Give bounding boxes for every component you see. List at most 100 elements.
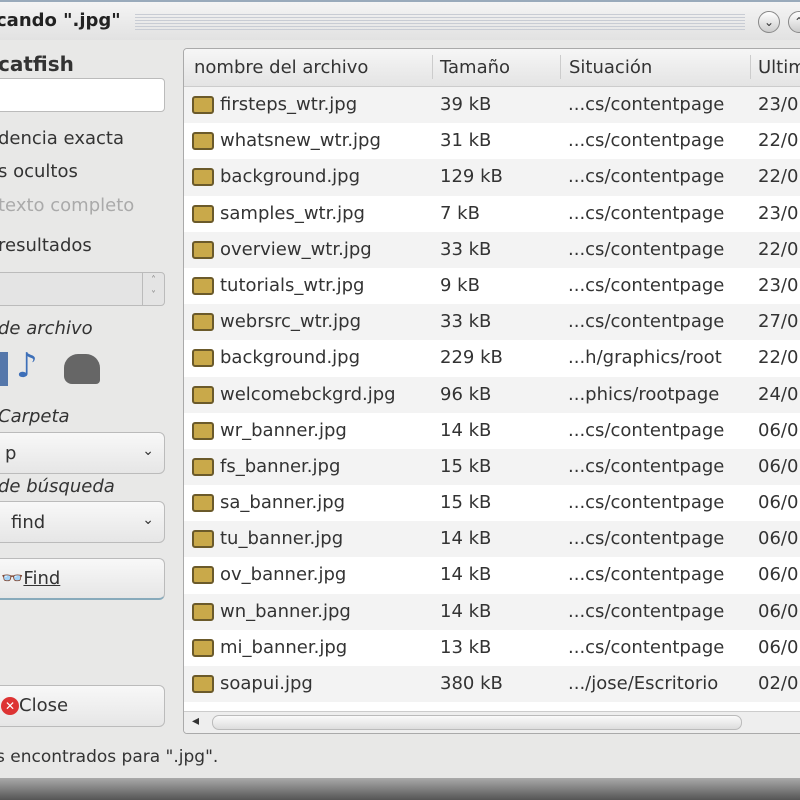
column-header-name[interactable]: nombre del archivo [194,57,368,78]
file-modified: 06/0 [758,600,799,622]
scrollbar-thumb[interactable] [212,715,742,730]
scroll-left-icon[interactable]: ◂ [192,713,199,729]
column-header-location[interactable]: Situación [569,57,652,78]
column-separator [750,55,751,79]
table-row[interactable]: samples_wtr.jpg 7 kB ...cs/contentpage 2… [184,196,800,232]
file-name: ov_banner.jpg [220,564,347,586]
spinner-arrows-icon[interactable]: ˄ ˅ [142,273,164,305]
file-size: 9 kB [440,274,480,296]
file-size: 380 kB [440,673,503,694]
file-size: 14 kB [440,528,492,550]
table-row[interactable]: firsteps_wtr.jpg 39 kB ...cs/contentpage… [184,87,800,124]
file-name: webrsrc_wtr.jpg [220,311,362,333]
file-name: mi_banner.jpg [220,636,348,658]
option-exact-match[interactable]: dencia exacta [0,128,124,149]
minimize-button[interactable]: ⌄ [758,11,780,33]
file-modified: 06/0 [758,528,799,550]
option-fulltext: texto completo [0,195,135,216]
file-size: 14 kB [440,419,492,441]
music-note-icon[interactable]: ♪ [16,346,38,386]
image-file-icon [192,276,214,295]
search-input[interactable] [0,78,165,112]
method-value: find [11,512,46,533]
file-size: 15 kB [440,455,492,477]
file-location: ...cs/contentpage [568,455,725,477]
table-row[interactable]: welcomebckgrd.jpg 96 kB ...phics/rootpag… [184,376,800,413]
file-name: overview_wtr.jpg [220,238,372,260]
table-row[interactable]: wn_banner.jpg 14 kB ...cs/contentpage 06… [184,593,800,630]
file-name: background.jpg [220,347,361,369]
image-file-icon [192,675,214,693]
file-modified: 22/0 [758,130,799,152]
horizontal-scrollbar[interactable]: ◂ [184,711,800,733]
file-name: wn_banner.jpg [220,600,351,622]
file-location: .../jose/Escritorio [568,673,719,694]
close-icon: ✕ [1,697,19,715]
file-modified: 23/0 [758,274,799,296]
window-title: cando ".jpg" [0,10,121,31]
image-file-icon [192,132,214,151]
image-file-icon [192,494,214,513]
taskbar-edge [0,778,800,800]
file-size: 14 kB [440,600,492,622]
table-row[interactable]: mi_banner.jpg 13 kB ...cs/contentpage 06… [184,630,800,666]
chevron-down-icon: ⌄ [142,512,154,528]
image-file-icon [192,457,214,476]
table-row[interactable]: webrsrc_wtr.jpg 33 kB ...cs/contentpage … [184,304,800,341]
image-file-icon [192,349,214,368]
film-reel-icon[interactable] [64,354,100,384]
table-row[interactable]: tutorials_wtr.jpg 9 kB ...cs/contentpage… [184,268,800,304]
column-header-modified[interactable]: Ultim [758,57,800,78]
sidebar: catfish dencia exacta s ocultos texto co… [0,40,180,740]
option-results[interactable]: resultados [0,235,92,256]
title-bar: cando ".jpg" ⌄ ⌃ [0,0,800,40]
table-row[interactable]: tu_banner.jpg 14 kB ...cs/contentpage 06… [184,521,800,558]
binoculars-icon: 👓 [1,568,24,589]
file-location: ...cs/contentpage [568,166,725,188]
column-header-size[interactable]: Tamaño [440,57,510,78]
method-select[interactable]: find ⌄ [0,501,165,543]
maximize-button[interactable]: ⌃ [788,11,800,33]
image-file-icon [192,421,214,440]
image-file-icon [192,204,214,223]
file-size: 13 kB [440,636,492,658]
table-row[interactable]: background.jpg 229 kB ...h/graphics/root… [184,340,800,376]
file-location: ...cs/contentpage [568,419,725,441]
file-location: ...cs/contentpage [568,311,725,333]
file-location: ...cs/contentpage [568,564,725,586]
option-hidden-files[interactable]: s ocultos [0,161,78,182]
title-grip [135,14,745,30]
table-row[interactable]: overview_wtr.jpg 33 kB ...cs/contentpage… [184,231,800,268]
table-row[interactable]: fs_banner.jpg 15 kB ...cs/contentpage 06… [184,448,800,486]
file-modified: 22/0 [758,347,799,369]
image-file-icon [192,566,214,585]
table-row[interactable]: wr_banner.jpg 14 kB ...cs/contentpage 06… [184,413,800,449]
file-name: firsteps_wtr.jpg [220,94,358,115]
file-modified: 06/0 [758,455,799,477]
find-button[interactable]: 👓Find [0,558,165,600]
file-location: ...h/graphics/root [568,347,722,369]
file-name: tutorials_wtr.jpg [220,274,365,296]
file-size: 229 kB [440,347,503,369]
file-name: wr_banner.jpg [220,419,347,441]
file-size: 96 kB [440,383,492,405]
image-file-icon [192,240,214,259]
file-modified: 06/0 [758,564,799,586]
table-row[interactable]: background.jpg 129 kB ...cs/contentpage … [184,159,800,196]
table-row[interactable]: soapui.jpg 380 kB .../jose/Escritorio 02… [184,666,800,703]
file-location: ...cs/contentpage [568,492,725,514]
table-row[interactable]: whatsnew_wtr.jpg 31 kB ...cs/contentpage… [184,123,800,159]
image-file-icon [192,638,214,657]
results-spinner[interactable]: ˄ ˅ [0,272,165,306]
table-row[interactable]: sa_banner.jpg 15 kB ...cs/contentpage 06… [184,485,800,521]
file-name: background.jpg [220,166,361,188]
method-label: de búsqueda [0,476,115,497]
close-button[interactable]: ✕ Close [0,685,165,727]
filetype-image-icon[interactable] [0,352,8,386]
folder-select[interactable]: p ⌄ [0,432,165,474]
file-modified: 02/0 [758,673,799,694]
file-size: 7 kB [440,202,480,224]
table-row[interactable]: ov_banner.jpg 14 kB ...cs/contentpage 06… [184,557,800,593]
image-file-icon [192,96,214,114]
file-name: sa_banner.jpg [220,492,346,514]
